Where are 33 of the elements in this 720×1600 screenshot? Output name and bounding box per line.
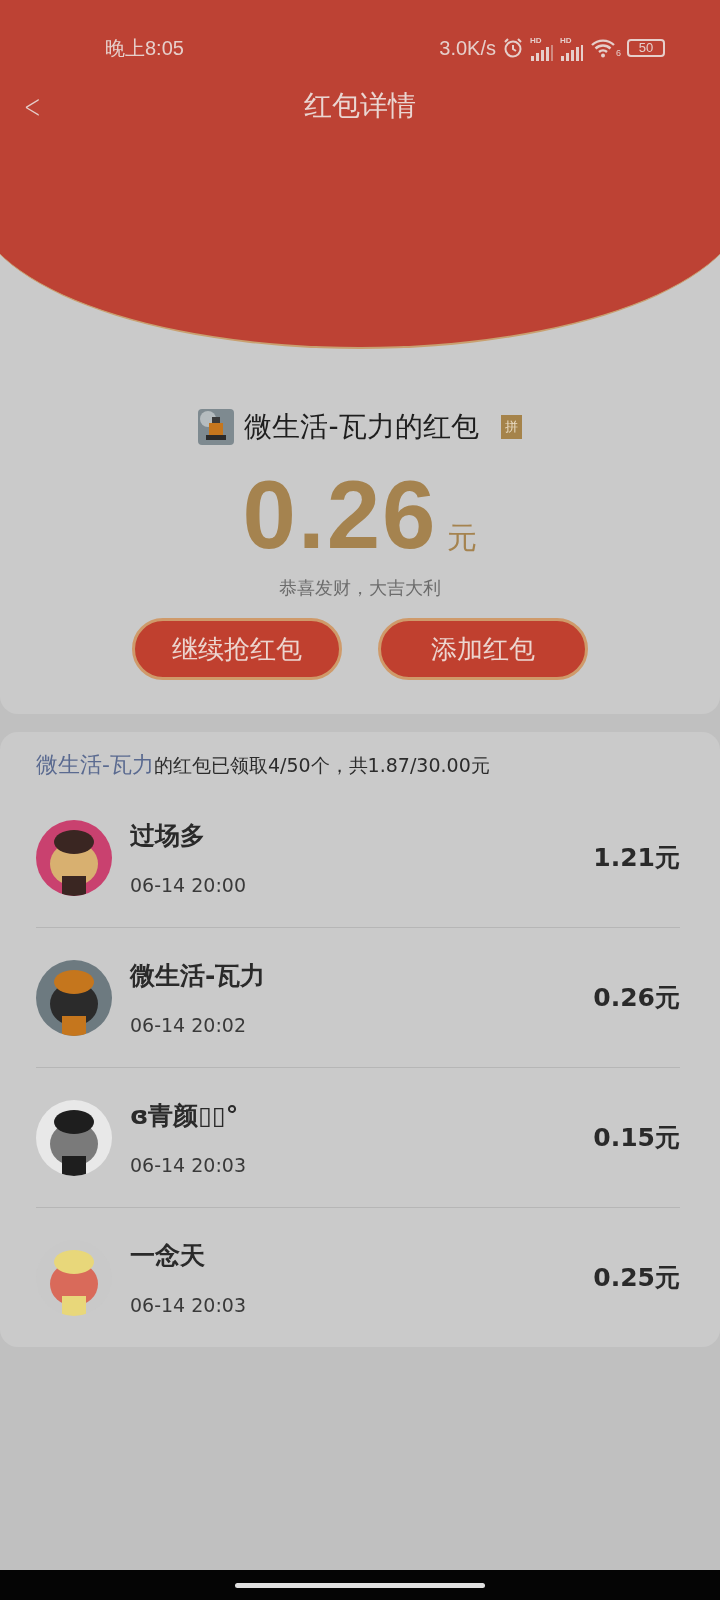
status-time: 晚上8:05 xyxy=(105,35,184,61)
hd-label: HD xyxy=(530,35,542,45)
alarm-icon xyxy=(502,37,524,59)
greeting-text: 恭喜发财，大吉大利 xyxy=(279,576,441,600)
wifi-label: 6 xyxy=(616,48,621,58)
receive-time: 06-14 20:03 xyxy=(130,1294,247,1316)
sender-name: 微生活-瓦力的红包 xyxy=(244,409,479,445)
battery-icon: 50 xyxy=(627,39,665,57)
page-title: 红包详情 xyxy=(304,88,416,124)
hd-label: HD xyxy=(560,35,572,45)
received-amount: 0.25元 xyxy=(593,1262,680,1294)
amount: 0.26 xyxy=(242,460,438,570)
action-button[interactable]: 继续抢红包 xyxy=(132,618,342,680)
back-button[interactable]: < xyxy=(21,88,44,124)
received-amount: 1.21元 xyxy=(593,842,680,874)
received-amount: 0.26元 xyxy=(593,982,680,1014)
amount-unit: 元 xyxy=(447,519,478,557)
receive-time: 06-14 20:00 xyxy=(130,874,247,896)
receive-time: 06-14 20:02 xyxy=(130,1014,247,1036)
receiver-name: 过场多 xyxy=(130,820,206,852)
receiver-name: 一念天 xyxy=(130,1240,206,1272)
receiver-name: 微生活-瓦力 xyxy=(130,960,267,992)
group-badge: 拼 xyxy=(500,415,522,439)
home-indicator[interactable] xyxy=(235,1582,485,1588)
action-button[interactable]: 添加红包 xyxy=(378,618,588,680)
receiver-name: ɞ青颜▯▯° xyxy=(130,1100,240,1132)
summary-text: 微生活-瓦力 的红包已领取4/50个，共1.87/30.00元 xyxy=(36,751,491,779)
wifi-icon xyxy=(590,38,616,58)
received-amount: 0.15元 xyxy=(593,1122,680,1154)
network-speed: 3.0K/s xyxy=(439,36,496,60)
signal-icon xyxy=(530,44,554,61)
signal-icon xyxy=(560,44,584,61)
receive-time: 06-14 20:03 xyxy=(130,1154,247,1176)
